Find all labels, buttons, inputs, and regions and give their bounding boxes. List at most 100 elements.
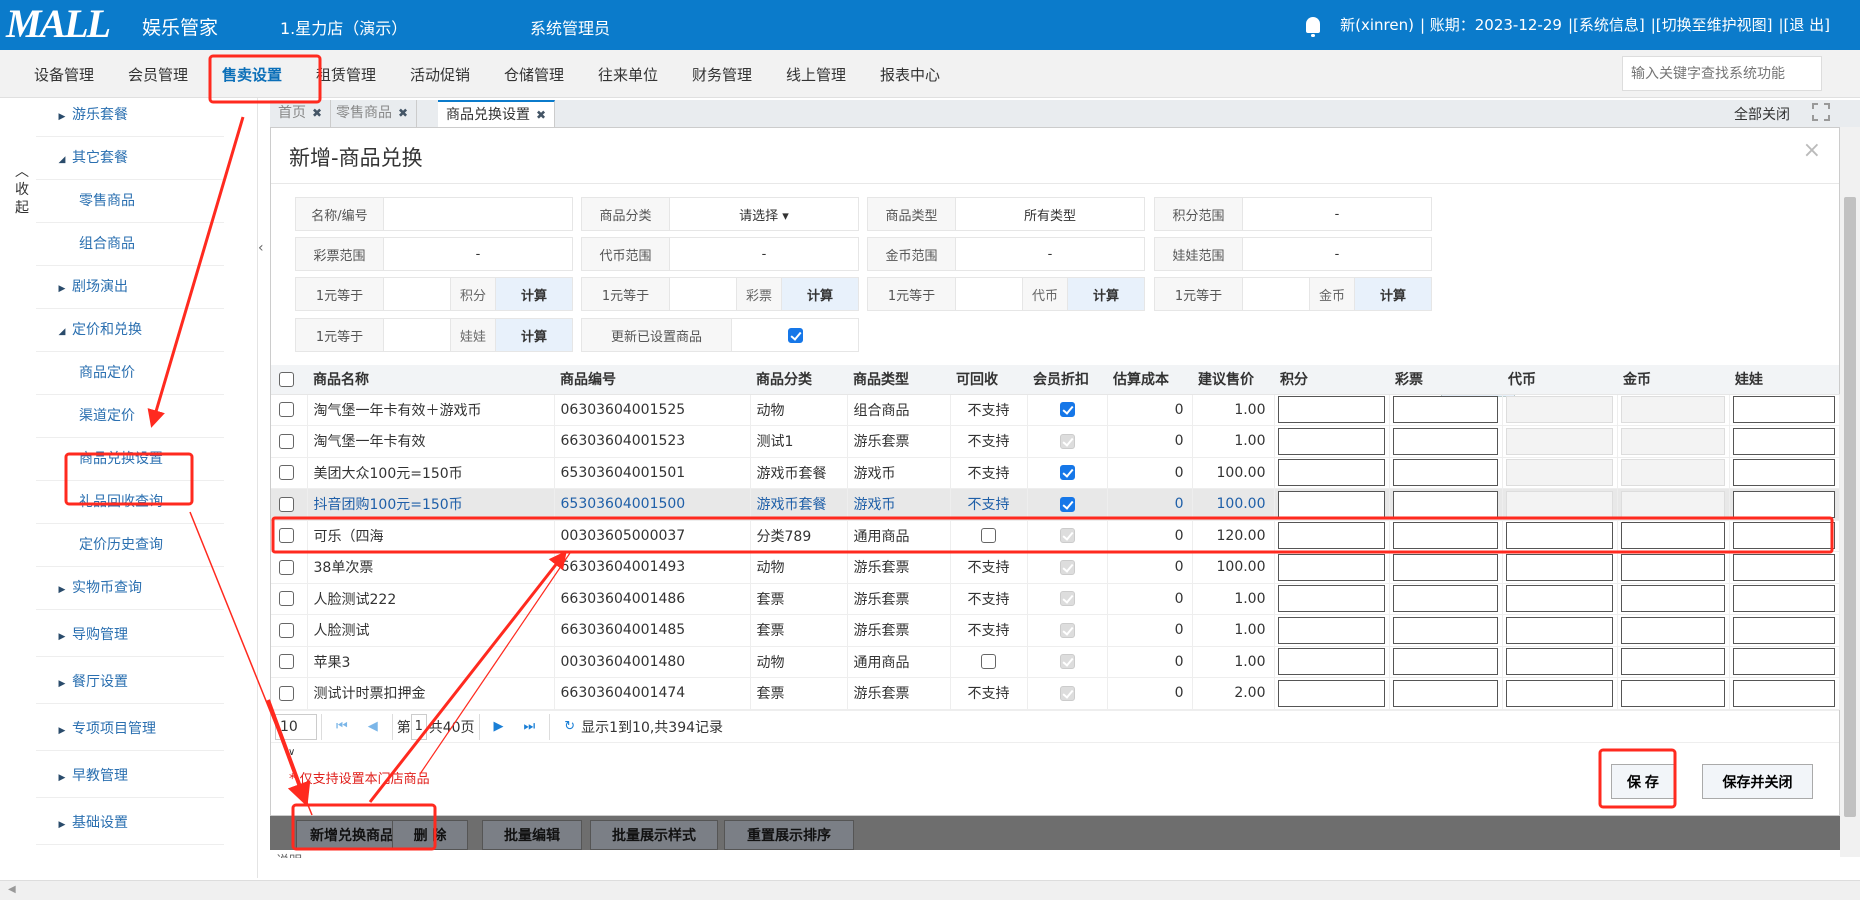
store-name[interactable]: 1.星力店（演示）	[280, 15, 407, 39]
row-checkbox[interactable]	[279, 591, 294, 607]
toolbar-button[interactable]: 删 除	[392, 820, 468, 850]
row-checkbox[interactable]	[279, 433, 294, 449]
doll-input[interactable]	[1732, 427, 1836, 455]
member-discount-checkbox[interactable]	[1059, 465, 1075, 481]
doll-input[interactable]	[1732, 396, 1836, 424]
lottery-input[interactable]	[1392, 427, 1499, 455]
logout-link[interactable]: |[退 出]	[1778, 14, 1830, 35]
doll-range-field[interactable]: 娃娃范围 -	[1154, 237, 1432, 271]
type-select[interactable]: 商品类型 所有类型	[867, 197, 1145, 231]
points-input[interactable]	[1277, 490, 1386, 518]
lottery-input[interactable]	[1392, 522, 1499, 550]
modal-scrollbar[interactable]	[1840, 127, 1860, 857]
points-input[interactable]	[1277, 522, 1386, 550]
prev-page-icon[interactable]: ◀	[368, 719, 378, 734]
field-value[interactable]: -	[670, 238, 858, 270]
recyclable-checkbox[interactable]	[981, 654, 996, 670]
rate-input[interactable]	[1243, 278, 1309, 310]
tab-exchange-settings[interactable]: 商品兑换设置 ✖	[438, 100, 556, 127]
sidebar-item[interactable]: ▶ 实物币查询	[36, 567, 224, 610]
points-input[interactable]	[1277, 585, 1386, 613]
field-value[interactable]: 所有类型	[956, 198, 1144, 230]
doll-input[interactable]	[1732, 459, 1836, 487]
column-header[interactable]: 金币	[1617, 365, 1729, 395]
column-header[interactable]: 会员折扣	[1027, 365, 1107, 395]
points-input[interactable]	[1277, 553, 1386, 581]
field-value[interactable]: -	[1243, 238, 1431, 270]
column-header[interactable]: 商品编号	[554, 365, 750, 395]
rate-input[interactable]	[384, 319, 450, 351]
row-checkbox[interactable]	[279, 528, 294, 544]
column-header[interactable]: 商品类型	[847, 365, 950, 395]
doll-input[interactable]	[1732, 616, 1836, 644]
sidebar-item[interactable]: 渠道定价	[36, 395, 224, 438]
lottery-input[interactable]	[1392, 585, 1499, 613]
column-header[interactable]: 商品分类	[750, 365, 847, 395]
sidebar-item[interactable]: 组合商品	[36, 223, 224, 266]
chevron-left-icon[interactable]: ‹	[258, 240, 264, 256]
column-header[interactable]: 代币	[1502, 365, 1617, 395]
tab-home[interactable]: 首页 ✖	[270, 100, 332, 127]
column-header[interactable]: 彩票	[1389, 365, 1502, 395]
first-page-icon[interactable]: ⏮	[336, 719, 348, 734]
nav-item[interactable]: 往来单位	[598, 64, 658, 85]
doll-input[interactable]	[1732, 585, 1836, 613]
gold-input[interactable]	[1620, 553, 1726, 581]
calc-button[interactable]: 计算	[1355, 278, 1431, 310]
sidebar-item[interactable]: ▶ 游乐套餐	[36, 94, 224, 137]
points-input[interactable]	[1277, 679, 1386, 707]
calc-button[interactable]: 计算	[1068, 278, 1144, 310]
sidebar-item[interactable]: ▶ 专项项目管理	[36, 708, 224, 751]
sidebar-item[interactable]: ◢ 定价和兑换	[36, 309, 224, 352]
row-checkbox[interactable]	[279, 402, 294, 418]
column-header[interactable]: 建议售价	[1192, 365, 1274, 395]
lottery-input[interactable]	[1392, 459, 1499, 487]
field-value[interactable]: -	[384, 238, 572, 270]
table-row[interactable]: 美团大众100元=150币 65303604001501 游戏币套餐 游戏币 不支持 0 1…	[271, 457, 1840, 489]
calc-button[interactable]: 计算	[496, 319, 572, 351]
column-header[interactable]: 可回收	[950, 365, 1027, 395]
table-row[interactable]: 38单次票 66303604001493 动物 游乐套票 不支持 0 100.00	[271, 551, 1840, 584]
rate-input[interactable]	[956, 278, 1022, 310]
sidebar-item[interactable]: 定价历史查询	[36, 524, 224, 567]
name-field[interactable]: 名称/编号	[295, 197, 573, 231]
update-existing-checkbox[interactable]	[787, 327, 803, 343]
sidebar-item[interactable]: ▶ 导购管理	[36, 614, 224, 657]
last-page-icon[interactable]: ⏭	[524, 719, 536, 734]
field-value[interactable]: 请选择 ▾	[670, 198, 858, 230]
bell-icon[interactable]	[1306, 16, 1321, 37]
table-row[interactable]: 人脸测试 66303604001485 套票 游乐套票 不支持 0 1.00	[271, 614, 1840, 647]
token-input[interactable]	[1505, 585, 1614, 613]
points-input[interactable]	[1277, 427, 1386, 455]
page-number-input[interactable]: 1	[410, 713, 427, 740]
nav-item[interactable]: 财务管理	[692, 64, 752, 85]
page-size-select[interactable]: 10 ∨	[275, 713, 317, 758]
gold-input[interactable]	[1620, 585, 1726, 613]
sidebar-collapse-button[interactable]: ︿ 收起	[12, 163, 32, 217]
save-button[interactable]: 保 存	[1611, 764, 1675, 799]
column-header[interactable]: 积分	[1274, 365, 1389, 395]
nav-item[interactable]: 租赁管理	[316, 64, 376, 85]
sidebar-item[interactable]: 商品定价	[36, 352, 224, 395]
lottery-range-field[interactable]: 彩票范围 -	[295, 237, 573, 271]
token-input[interactable]	[1505, 679, 1614, 707]
table-row[interactable]: 淘气堡一年卡有效＋游戏币 06303604001525 动物 组合商品 不支持 0 1.00	[271, 394, 1840, 426]
save-and-close-button[interactable]: 保存并关闭	[1702, 764, 1813, 799]
gold-range-field[interactable]: 金币范围 -	[867, 237, 1145, 271]
fullscreen-icon[interactable]	[1812, 103, 1830, 121]
table-row[interactable]: 人脸测试222 66303604001486 套票 游乐套票 不支持 0 1.00	[271, 583, 1840, 615]
nav-item[interactable]: 设备管理	[34, 64, 94, 85]
row-checkbox[interactable]	[279, 559, 294, 575]
lottery-input[interactable]	[1392, 396, 1499, 424]
calc-button[interactable]: 计算	[496, 278, 572, 310]
toolbar-button[interactable]: 批量展示样式	[590, 820, 718, 850]
field-value[interactable]: -	[1243, 198, 1431, 230]
nav-item[interactable]: 活动促销	[410, 64, 470, 85]
tab-retail-goods[interactable]: 零售商品 ✖	[328, 100, 418, 127]
row-checkbox[interactable]	[279, 465, 294, 481]
points-input[interactable]	[1277, 459, 1386, 487]
switch-view-link[interactable]: |[切换至维护视图]	[1651, 14, 1773, 35]
next-page-icon[interactable]: ▶	[494, 719, 504, 734]
sidebar-item[interactable]: ◢ 其它套餐	[36, 137, 224, 180]
sidebar-item[interactable]: 零售商品	[36, 180, 224, 223]
